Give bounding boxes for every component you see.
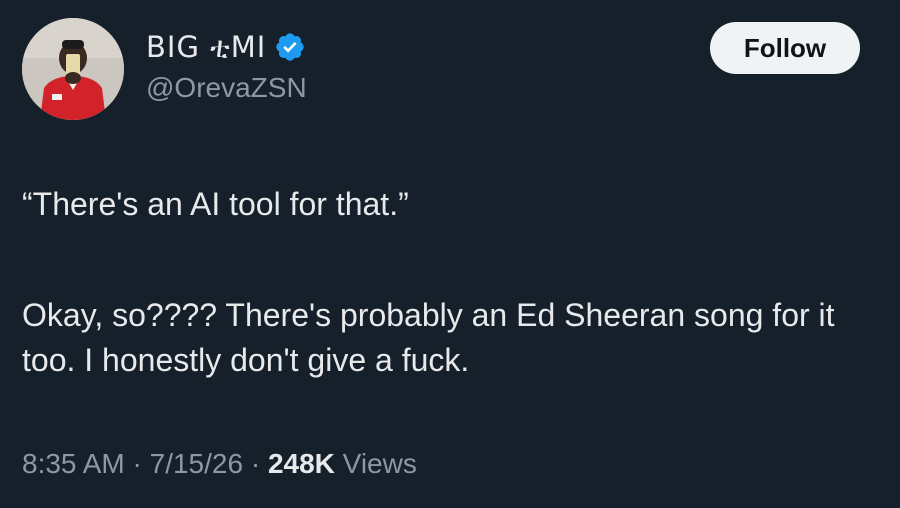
tweet-card: BIG ቲMI @OrevaZSN Follow “There's an AI … — [0, 0, 900, 508]
follow-button[interactable]: Follow — [710, 22, 860, 74]
author-info: BIG ቲMI @OrevaZSN — [146, 28, 307, 104]
name-row: BIG ቲMI — [146, 28, 307, 66]
views-label: Views — [342, 448, 417, 479]
tweet-text: “There's an AI tool for that.” Okay, so?… — [22, 182, 872, 383]
tweet-quote-line: “There's an AI tool for that.” — [22, 186, 409, 222]
meta-separator: · — [250, 448, 261, 479]
user-handle[interactable]: @OrevaZSN — [146, 72, 307, 104]
tweet-date[interactable]: 7/15/26 — [150, 448, 243, 479]
tweet-time[interactable]: 8:35 AM — [22, 448, 125, 479]
meta-separator: · — [132, 448, 142, 479]
display-name[interactable]: BIG ቲMI — [146, 30, 266, 65]
views-count[interactable]: 248K — [268, 448, 335, 479]
verified-badge-icon — [276, 33, 304, 61]
avatar-photo — [22, 18, 124, 120]
tweet-meta: 8:35 AM · 7/15/26 · 248K Views — [22, 448, 417, 480]
avatar[interactable] — [22, 18, 124, 120]
tweet-body-line: Okay, so???? There's probably an Ed Shee… — [22, 297, 835, 378]
